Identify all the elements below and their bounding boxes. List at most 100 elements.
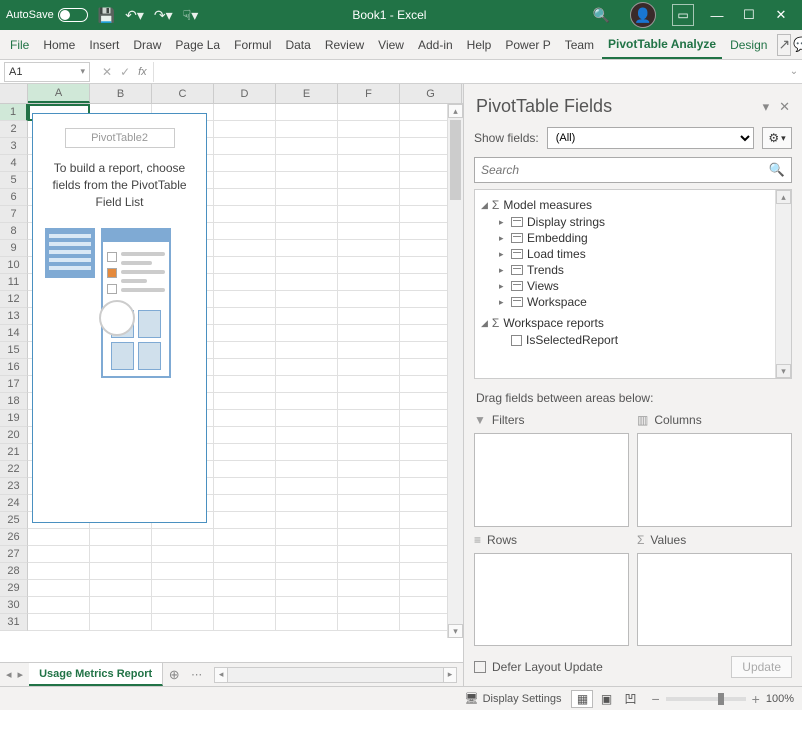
cell[interactable] (338, 393, 400, 410)
row-header-4[interactable]: 4 (0, 155, 28, 172)
filters-dropzone[interactable] (474, 433, 629, 527)
cell[interactable] (214, 308, 276, 325)
search-icon[interactable]: 🔍 (593, 7, 610, 24)
row-header-28[interactable]: 28 (0, 563, 28, 580)
tab-addins[interactable]: Add-in (412, 30, 459, 59)
tools-button[interactable]: ⚙▾ (762, 127, 792, 149)
cell[interactable] (214, 257, 276, 274)
cell[interactable] (276, 495, 338, 512)
field-list-scrollbar[interactable]: ▴ ▾ (775, 190, 791, 378)
cell[interactable] (28, 614, 90, 631)
cell[interactable] (276, 291, 338, 308)
row-header-21[interactable]: 21 (0, 444, 28, 461)
row-header-24[interactable]: 24 (0, 495, 28, 512)
cell[interactable] (214, 291, 276, 308)
vertical-scrollbar[interactable]: ▴ ▾ (447, 104, 463, 638)
cell[interactable] (276, 308, 338, 325)
cell[interactable] (338, 240, 400, 257)
touch-mode-icon[interactable]: ☟▾ (183, 7, 199, 24)
cell[interactable] (338, 478, 400, 495)
cell[interactable] (276, 121, 338, 138)
view-normal-icon[interactable]: ▦ (571, 690, 593, 708)
row-header-31[interactable]: 31 (0, 614, 28, 631)
cell[interactable] (338, 104, 400, 121)
cell[interactable] (214, 580, 276, 597)
cell[interactable] (214, 461, 276, 478)
cell[interactable] (214, 172, 276, 189)
cell[interactable] (338, 121, 400, 138)
cell[interactable] (276, 461, 338, 478)
pane-close-icon[interactable]: ✕ (779, 99, 790, 115)
cell[interactable] (338, 138, 400, 155)
cell[interactable] (276, 529, 338, 546)
cell[interactable] (214, 478, 276, 495)
display-settings-button[interactable]: 🖥 Display Settings (465, 692, 562, 705)
zoom-out-button[interactable]: − (651, 691, 659, 707)
cell[interactable] (214, 529, 276, 546)
cell[interactable] (276, 427, 338, 444)
field-item[interactable]: ▸Embedding (499, 230, 769, 246)
cell[interactable] (214, 240, 276, 257)
cell[interactable] (338, 257, 400, 274)
cell[interactable] (276, 172, 338, 189)
cell[interactable] (338, 359, 400, 376)
hscroll-right-icon[interactable]: ▸ (443, 667, 457, 683)
cell[interactable] (338, 155, 400, 172)
columns-dropzone[interactable] (637, 433, 792, 527)
row-header-16[interactable]: 16 (0, 359, 28, 376)
cell[interactable] (338, 410, 400, 427)
row-header-30[interactable]: 30 (0, 597, 28, 614)
hscroll-left-icon[interactable]: ◂ (214, 667, 228, 683)
cell[interactable] (276, 257, 338, 274)
field-search[interactable]: 🔍 (474, 157, 792, 183)
cell[interactable] (338, 563, 400, 580)
cell[interactable] (338, 614, 400, 631)
field-item[interactable]: ▸Load times (499, 246, 769, 262)
cell[interactable] (214, 410, 276, 427)
scroll-thumb[interactable] (450, 120, 461, 200)
cell[interactable] (338, 172, 400, 189)
tab-help[interactable]: Help (461, 30, 498, 59)
tab-data[interactable]: Data (279, 30, 316, 59)
row-header-1[interactable]: 1 (0, 104, 28, 121)
tab-view[interactable]: View (372, 30, 410, 59)
cell[interactable] (90, 614, 152, 631)
field-item[interactable]: ▸Display strings (499, 214, 769, 230)
zoom-percent[interactable]: 100% (766, 693, 794, 705)
sheet-nav-prev-icon[interactable]: ◂ (6, 668, 12, 681)
col-header-B[interactable]: B (90, 84, 152, 103)
cell[interactable] (214, 325, 276, 342)
cell[interactable] (214, 376, 276, 393)
cell[interactable] (338, 325, 400, 342)
cell[interactable] (276, 546, 338, 563)
search-icon[interactable]: 🔍 (769, 162, 785, 178)
cell[interactable] (214, 223, 276, 240)
tab-page-layout[interactable]: Page La (169, 30, 226, 59)
cell[interactable] (338, 461, 400, 478)
row-header-17[interactable]: 17 (0, 376, 28, 393)
view-page-layout-icon[interactable]: ▣ (595, 690, 617, 708)
cell[interactable] (338, 274, 400, 291)
update-button[interactable]: Update (731, 656, 792, 678)
tab-power-pivot[interactable]: Power P (499, 30, 556, 59)
field-item[interactable]: ▸Workspace (499, 294, 769, 310)
cell[interactable] (276, 444, 338, 461)
cell[interactable] (214, 444, 276, 461)
cell[interactable] (28, 580, 90, 597)
cell[interactable] (214, 512, 276, 529)
cell[interactable] (214, 342, 276, 359)
formula-input[interactable] (153, 62, 786, 82)
cell[interactable] (338, 189, 400, 206)
ribbon-display-options-icon[interactable]: ▭ (672, 4, 694, 26)
cell[interactable] (214, 597, 276, 614)
cell[interactable] (276, 563, 338, 580)
cell[interactable] (28, 563, 90, 580)
sheet-tab-overflow-icon[interactable]: ⋯ (185, 668, 208, 681)
row-header-27[interactable]: 27 (0, 546, 28, 563)
autosave-switch[interactable] (58, 8, 88, 22)
cell[interactable] (338, 291, 400, 308)
cell[interactable] (214, 427, 276, 444)
cell[interactable] (276, 189, 338, 206)
cell[interactable] (152, 529, 214, 546)
cell[interactable] (338, 529, 400, 546)
